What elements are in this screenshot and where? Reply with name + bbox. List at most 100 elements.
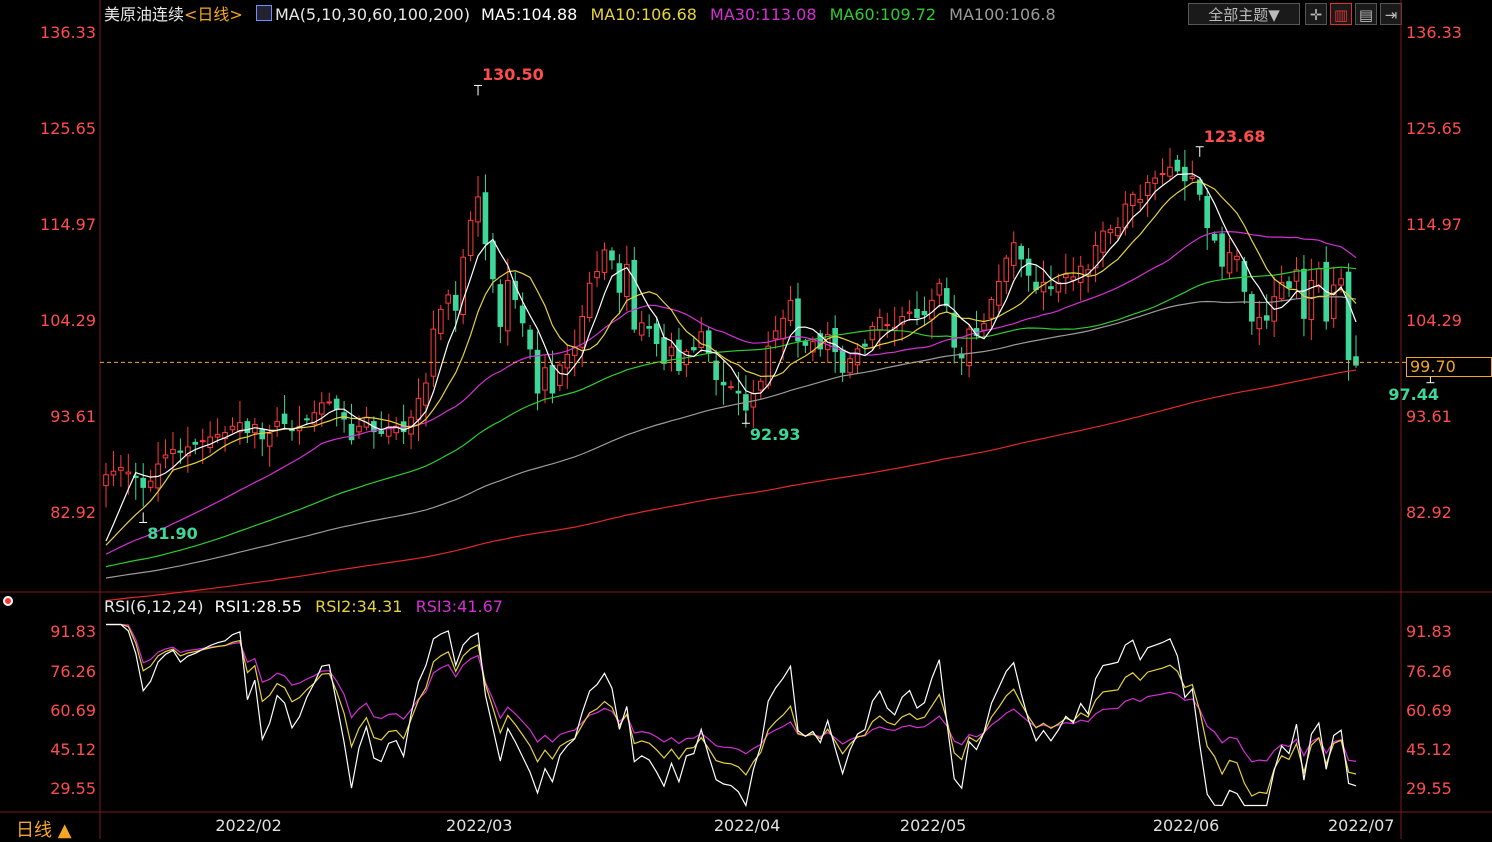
- rsi-tick-label: 45.12: [50, 739, 96, 759]
- candle-body: [772, 330, 779, 340]
- candle-body: [214, 433, 221, 438]
- candle-body: [780, 317, 786, 340]
- date-tick-label: 2022/04: [713, 816, 781, 835]
- candle-body: [557, 364, 563, 387]
- candle-body: [1315, 268, 1322, 288]
- candle-body: [564, 353, 571, 369]
- candle-body: [162, 454, 169, 459]
- rsi-tick-label: 76.26: [50, 661, 96, 681]
- candle-body: [638, 322, 645, 336]
- current-price-label: 99.70: [1406, 357, 1492, 377]
- rsi-tick-label: 91.83: [1406, 622, 1452, 642]
- candle-body: [1338, 278, 1344, 286]
- candle-body: [177, 450, 184, 453]
- candle-body: [490, 240, 496, 280]
- candle-body: [318, 402, 325, 415]
- rsi-tick-label: 76.26: [1406, 661, 1452, 681]
- candle-body: [333, 398, 340, 410]
- rsi-line-rsi3: [106, 623, 1357, 763]
- candle-body: [1226, 252, 1233, 274]
- candle-body: [192, 441, 199, 445]
- price-tick-label: 93.61: [1406, 407, 1452, 427]
- price-tick-label: 136.33: [40, 23, 96, 42]
- candle-body: [1263, 315, 1270, 321]
- candle-body: [802, 341, 809, 346]
- candle-body: [735, 390, 742, 394]
- candle-body: [996, 280, 1002, 306]
- candle-body: [1100, 230, 1106, 253]
- price-tick-label: 125.65: [40, 119, 96, 139]
- candle-body: [839, 349, 846, 373]
- candle-body: [304, 418, 310, 421]
- rsi-header: RSI(6,12,24) RSI1:28.55 RSI2:34.31 RSI3:…: [104, 596, 503, 618]
- candle-body: [609, 250, 615, 261]
- candle-body: [720, 381, 727, 386]
- rsi-tick-label: 29.55: [1406, 779, 1452, 799]
- ma-line-ma200: [105, 369, 1357, 602]
- period-switch[interactable]: 日线 ▲: [16, 816, 72, 842]
- candle-body: [1129, 193, 1136, 207]
- candle-body: [1301, 268, 1307, 319]
- low-price-annotation: 97.44: [1388, 384, 1439, 404]
- candle-body: [906, 311, 913, 314]
- candle-body: [430, 328, 437, 377]
- candle-body: [475, 196, 481, 223]
- candle-body: [1137, 199, 1144, 203]
- rsi-tick-label: 91.83: [50, 622, 96, 642]
- candle-body: [936, 282, 943, 296]
- price-tick-label: 104.29: [1406, 311, 1462, 331]
- rsi2-value: RSI2:34.31: [315, 597, 403, 616]
- candle-body: [519, 305, 526, 324]
- candle-body: [676, 339, 682, 371]
- candle-body: [467, 219, 474, 257]
- candle-body: [1189, 175, 1196, 179]
- candle-body: [1152, 177, 1158, 184]
- indicator-settings-icon[interactable]: [3, 596, 13, 606]
- candle-body: [795, 298, 801, 342]
- candle-body: [1018, 245, 1024, 260]
- ma-line-ma60: [105, 266, 1357, 568]
- high-price-annotation: 123.68: [1203, 126, 1266, 146]
- candle-body: [765, 345, 772, 386]
- price-tick-label: 136.33: [1406, 23, 1462, 42]
- price-tick-label: 82.92: [1406, 503, 1452, 523]
- candle-body: [653, 323, 660, 345]
- candle-body: [118, 467, 124, 471]
- ma-line-ma30: [105, 230, 1357, 555]
- candle-body: [266, 432, 273, 447]
- rsi1-value: RSI1:28.55: [214, 597, 303, 616]
- candle-body: [757, 380, 764, 391]
- price-tick-label: 114.97: [40, 215, 96, 235]
- candle-body: [1048, 286, 1054, 290]
- candle-body: [1107, 228, 1114, 234]
- candle-body: [1345, 271, 1352, 361]
- price-tick-label: 82.92: [50, 503, 96, 523]
- candle-body: [244, 421, 251, 434]
- candle-body: [504, 280, 511, 332]
- candle-body: [661, 337, 667, 364]
- candle-body: [847, 358, 853, 374]
- chart-canvas[interactable]: [0, 0, 1492, 839]
- candle-body: [862, 343, 868, 347]
- candle-body: [170, 449, 176, 455]
- candle-body: [110, 470, 117, 476]
- candle-body: [497, 284, 504, 327]
- candle-body: [274, 421, 280, 427]
- candle-body: [877, 316, 883, 331]
- candle-body: [1010, 242, 1017, 266]
- candle-body: [884, 324, 891, 327]
- price-tick-label: 93.61: [50, 407, 96, 427]
- candle-body: [199, 440, 206, 443]
- candle-body: [125, 471, 132, 475]
- candle-body: [1003, 257, 1010, 283]
- candle-body: [103, 474, 109, 487]
- candle-body: [690, 347, 697, 351]
- rsi-params: RSI(6,12,24): [104, 597, 204, 616]
- candle-body: [1330, 284, 1337, 319]
- candle-body: [378, 430, 385, 434]
- candle-body: [698, 331, 705, 349]
- candle-body: [943, 288, 950, 307]
- ma-line-ma5: [105, 173, 1357, 542]
- candle-body: [646, 326, 652, 329]
- candle-body: [728, 386, 734, 389]
